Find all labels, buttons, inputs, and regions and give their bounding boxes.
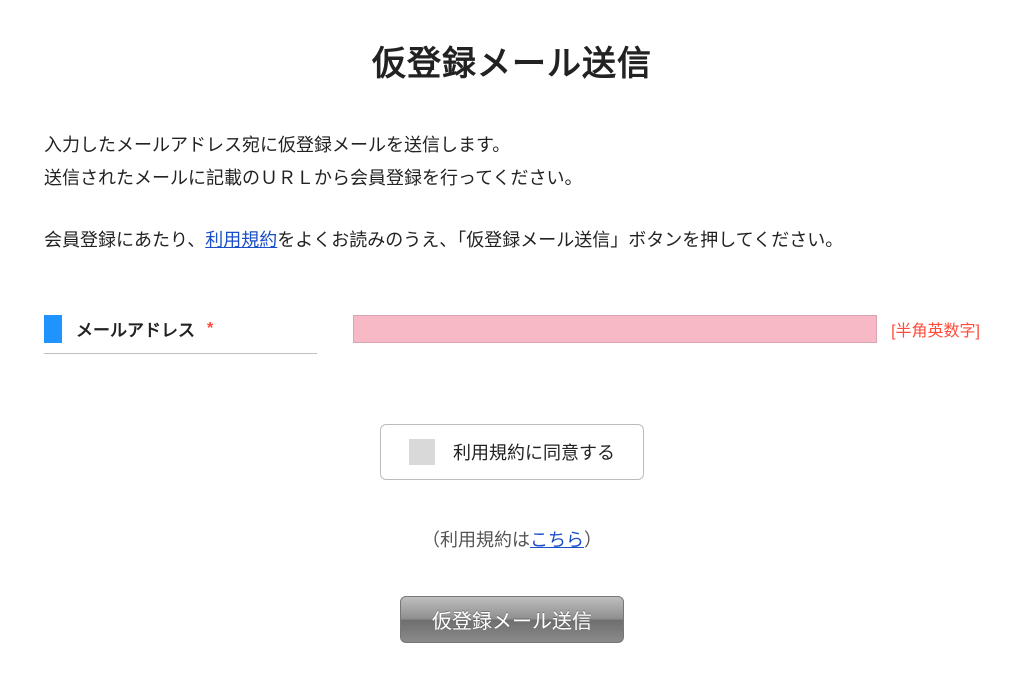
email-row: メールアドレス * [半角英数字] bbox=[44, 315, 980, 354]
submit-button[interactable]: 仮登録メール送信 bbox=[400, 596, 624, 643]
terms-post-text: をよくお読みのうえ、「仮登録メール送信」ボタンを押してください。 bbox=[277, 230, 843, 250]
terms-instruction: 会員登録にあたり、利用規約をよくお読みのうえ、「仮登録メール送信」ボタンを押して… bbox=[44, 224, 980, 257]
agree-checkbox[interactable] bbox=[409, 439, 435, 465]
email-hint: [半角英数字] bbox=[891, 317, 980, 341]
email-field[interactable] bbox=[353, 315, 877, 343]
terms-link-inline[interactable]: 利用規約 bbox=[205, 230, 277, 250]
email-label: メールアドレス bbox=[76, 316, 195, 341]
required-mark: * bbox=[207, 320, 213, 338]
agree-box: 利用規約に同意する bbox=[380, 424, 644, 480]
email-input-block: [半角英数字] bbox=[353, 315, 980, 343]
description-block: 入力したメールアドレス宛に仮登録メールを送信します。 送信されたメールに記載のＵ… bbox=[44, 129, 980, 196]
terms-link[interactable]: こちら bbox=[530, 530, 584, 550]
description-line-1: 入力したメールアドレス宛に仮登録メールを送信します。 bbox=[44, 129, 980, 162]
agree-label: 利用規約に同意する bbox=[453, 439, 615, 465]
submit-section: 仮登録メール送信 bbox=[44, 596, 980, 643]
agree-section: 利用規約に同意する bbox=[44, 424, 980, 480]
field-marker-icon bbox=[44, 315, 62, 343]
terms-link-line: （利用規約はこちら） bbox=[44, 526, 980, 552]
description-line-2: 送信されたメールに記載のＵＲＬから会員登録を行ってください。 bbox=[44, 162, 980, 195]
terms-link-post: ） bbox=[584, 530, 602, 550]
registration-page: 仮登録メール送信 入力したメールアドレス宛に仮登録メールを送信します。 送信され… bbox=[0, 0, 1024, 673]
terms-pre-text: 会員登録にあたり、 bbox=[44, 230, 205, 250]
email-label-block: メールアドレス * bbox=[44, 315, 317, 354]
terms-link-pre: （利用規約は bbox=[422, 530, 530, 550]
page-title: 仮登録メール送信 bbox=[44, 36, 980, 85]
